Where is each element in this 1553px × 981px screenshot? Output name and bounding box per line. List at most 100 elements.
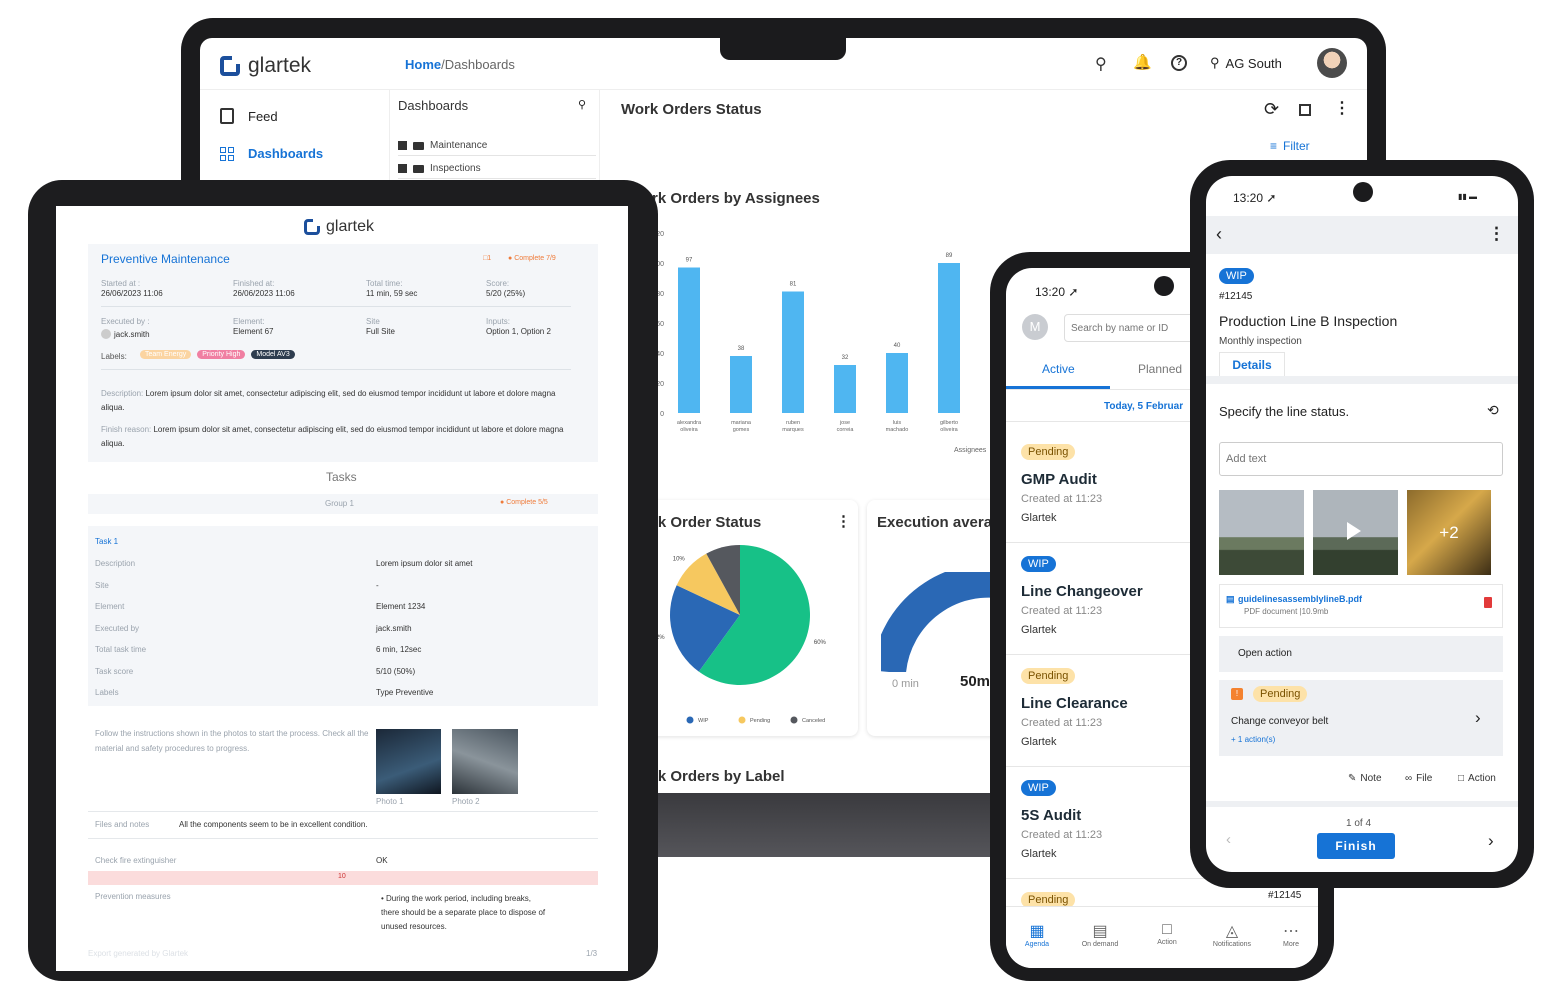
executed-chip: jack.smith bbox=[101, 329, 150, 339]
breadcrumb-home[interactable]: Home bbox=[405, 57, 441, 72]
refresh-icon[interactable]: ⟳ bbox=[1264, 99, 1279, 120]
x-tick-label: alexandra bbox=[677, 420, 702, 426]
tab-details[interactable]: Details bbox=[1219, 352, 1285, 376]
task-org: Glartek bbox=[1021, 736, 1057, 748]
bar-data-label: 32 bbox=[842, 355, 849, 361]
task-row-key: Total task time bbox=[95, 645, 147, 654]
history-icon[interactable]: ⟲ bbox=[1487, 402, 1499, 419]
element-label: Element: bbox=[233, 317, 265, 326]
comment-count: □1 bbox=[483, 255, 492, 262]
task-title: Line Clearance bbox=[1021, 695, 1128, 712]
alert-row: 10 bbox=[88, 871, 598, 885]
nav-notifications[interactable]: ◬ Notifications bbox=[1206, 921, 1258, 948]
tree-search-icon[interactable]: ⚲ bbox=[578, 98, 586, 111]
assignees-bar-chart: 12010080604020097alexandraoliveira38mari… bbox=[652, 231, 960, 433]
files-value: All the components seem to be in excelle… bbox=[179, 820, 368, 829]
status-time: 13:20 ➚ bbox=[1035, 285, 1079, 299]
user-avatar[interactable] bbox=[1317, 48, 1347, 78]
expand-icon[interactable] bbox=[398, 164, 407, 173]
legend-label: Canceled bbox=[802, 718, 825, 724]
filter-button[interactable]: ≡ Filter bbox=[1270, 139, 1310, 153]
nav-more[interactable]: ⋯ More bbox=[1276, 921, 1306, 948]
tree-item-inspections[interactable]: Inspections bbox=[398, 159, 596, 179]
nav-on-demand[interactable]: ▤ On demand bbox=[1078, 921, 1122, 948]
action-button[interactable]: □ Action bbox=[1458, 773, 1496, 784]
divider bbox=[101, 306, 571, 307]
sidebar-item-feed[interactable]: Feed bbox=[220, 108, 278, 124]
photo-thumbnail[interactable] bbox=[1219, 490, 1304, 575]
fullscreen-icon[interactable] bbox=[1299, 104, 1311, 116]
bell-icon[interactable]: 🔔 bbox=[1133, 53, 1152, 71]
prev-page-icon[interactable]: ‹ bbox=[1226, 831, 1231, 848]
folder-icon bbox=[413, 141, 424, 150]
group-header: Group 1 ● Complete 5/5 bbox=[88, 494, 598, 514]
label-chip: Model AV3 bbox=[251, 350, 295, 359]
tree-item-maintenance[interactable]: Maintenance bbox=[398, 136, 596, 156]
file-button[interactable]: ∞ File bbox=[1405, 773, 1432, 784]
chevron-right-icon[interactable]: › bbox=[1475, 708, 1481, 728]
comment-icon: □ bbox=[1458, 773, 1465, 784]
help-icon[interactable]: ? bbox=[1171, 55, 1187, 71]
expand-icon[interactable] bbox=[398, 141, 407, 150]
file-attachment[interactable]: ▤ guidelinesassemblylineB.pdf PDF docume… bbox=[1219, 584, 1503, 628]
more-vert-icon[interactable]: ⋮ bbox=[1488, 224, 1505, 244]
sidebar-item-dashboards[interactable]: Dashboards bbox=[220, 146, 323, 161]
action-more[interactable]: + 1 action(s) bbox=[1231, 735, 1275, 744]
element-value: Element 67 bbox=[233, 327, 274, 336]
bar[interactable] bbox=[782, 291, 804, 414]
trash-icon[interactable] bbox=[1484, 597, 1492, 608]
nav-agenda[interactable]: ▦ Agenda bbox=[1020, 921, 1054, 948]
open-action-row[interactable]: Open action bbox=[1219, 636, 1503, 672]
nav-label: Agenda bbox=[1024, 941, 1050, 948]
brand-logo[interactable]: glartek bbox=[220, 54, 311, 78]
user-avatar[interactable]: M bbox=[1022, 314, 1048, 340]
tab-planned[interactable]: Planned bbox=[1138, 362, 1182, 376]
pie-data-label: 60% bbox=[814, 640, 827, 646]
prevention-text: During the work period, including breaks… bbox=[381, 894, 546, 931]
bar[interactable] bbox=[834, 365, 856, 413]
search-icon[interactable]: ⚲ bbox=[1095, 54, 1107, 74]
task-created: Created at 11:23 bbox=[1021, 605, 1103, 617]
more-photos[interactable]: +2 bbox=[1407, 490, 1491, 575]
pie-data-label: 10% bbox=[673, 556, 686, 562]
order-id: #12145 bbox=[1219, 291, 1253, 302]
nav-action[interactable]: □ Action bbox=[1150, 921, 1184, 946]
finish-button[interactable]: Finish bbox=[1317, 833, 1395, 859]
photo-2[interactable] bbox=[452, 729, 518, 794]
tab-active[interactable]: Active bbox=[1042, 362, 1075, 376]
bar[interactable] bbox=[886, 353, 908, 413]
more-vert-icon[interactable]: ⋮ bbox=[1334, 98, 1350, 118]
location-selector[interactable]: ⚲ AG South bbox=[1210, 55, 1282, 71]
comment-count-value: 1 bbox=[487, 255, 492, 262]
next-page-icon[interactable]: › bbox=[1488, 831, 1494, 851]
bar[interactable] bbox=[938, 263, 960, 413]
group-badge-text: Complete 5/5 bbox=[506, 499, 548, 506]
legend-swatch bbox=[738, 716, 746, 724]
video-thumbnail[interactable] bbox=[1313, 490, 1398, 575]
executed-value: jack.smith bbox=[114, 329, 150, 339]
bar[interactable] bbox=[678, 267, 700, 414]
folder-icon bbox=[413, 164, 424, 173]
x-tick-label: ruben bbox=[786, 420, 800, 426]
finished-value: 26/06/2023 11:06 bbox=[233, 289, 295, 298]
status-time-text: 13:20 bbox=[1233, 191, 1264, 205]
instructions-text: Follow the instructions shown in the pho… bbox=[95, 729, 369, 753]
nav-label: Notifications bbox=[1212, 941, 1252, 948]
tasks-title: Tasks bbox=[326, 470, 357, 484]
site-label: Site bbox=[366, 317, 380, 326]
execution-card-title: Execution avera bbox=[877, 514, 993, 531]
divider bbox=[101, 369, 571, 370]
files-label: Files and notes bbox=[95, 820, 150, 829]
pencil-icon: ✎ bbox=[1348, 773, 1357, 784]
back-icon[interactable]: ‹ bbox=[1216, 224, 1222, 245]
more-vert-icon[interactable]: ⋮ bbox=[836, 512, 851, 530]
note-button[interactable]: ✎ Note bbox=[1348, 773, 1382, 784]
photo-1[interactable] bbox=[376, 729, 441, 794]
nav-label: Action bbox=[1157, 939, 1177, 946]
line-status-input[interactable] bbox=[1219, 442, 1503, 476]
task-row-key: Site bbox=[95, 580, 109, 590]
action-card[interactable]: ! Pending Change conveyor belt + 1 actio… bbox=[1219, 680, 1503, 756]
executed-label: Executed by : bbox=[101, 317, 150, 326]
bar[interactable] bbox=[730, 356, 752, 413]
alert-row-value: 10 bbox=[338, 873, 346, 880]
